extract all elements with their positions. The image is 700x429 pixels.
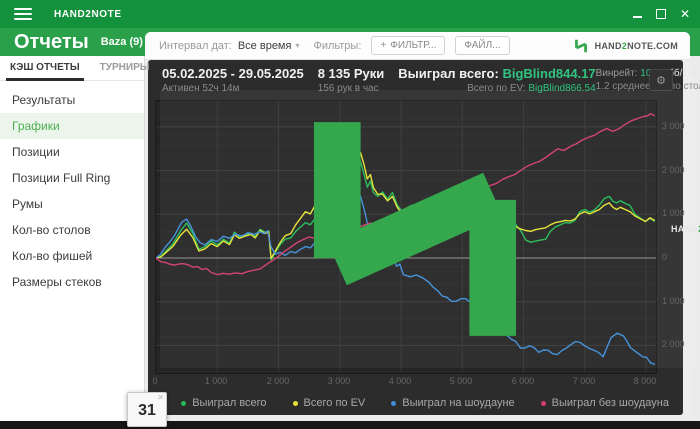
x-tick-label: 0 <box>152 376 158 386</box>
x-tick-label: 5 000 <box>449 376 473 386</box>
chart-legend: Выиграл всего Всего по EV Выиграл на шоуда… <box>181 397 669 409</box>
legend-item[interactable]: Всего по EV <box>292 397 366 409</box>
legend-dot-icon <box>540 400 546 406</box>
x-tick-label: 3 000 <box>327 376 351 386</box>
gear-icon[interactable]: ⚙ <box>649 69 673 91</box>
close-icon[interactable]: ✕ <box>680 8 690 20</box>
h2n-logo-icon <box>574 39 587 52</box>
file-button[interactable]: ФАЙЛ... <box>455 36 510 55</box>
hand2note-logo[interactable]: HAND2NOTE.COM <box>573 32 678 59</box>
sidebar-item[interactable]: Графики <box>0 113 144 139</box>
filters-label: Фильтры: <box>313 39 362 52</box>
interval-selector[interactable]: Все время ▾ <box>238 40 300 52</box>
legend-dot-icon <box>391 400 397 406</box>
interval-label: Интервал дат: <box>159 39 232 52</box>
close-icon[interactable]: ✕ <box>157 393 164 402</box>
database-name: Baza (9) <box>100 36 143 48</box>
legend-dot-icon <box>292 400 298 406</box>
date-range: 05.02.2025 - 29.05.2025 <box>162 66 304 81</box>
sidebar-item[interactable]: Размеры стеков <box>0 269 144 295</box>
watermark: HAND2NOTE.COM <box>160 90 700 368</box>
sidebar-item[interactable]: Кол-во столов <box>0 217 144 243</box>
maximize-icon[interactable] <box>655 9 666 19</box>
won-total-label: Выиграл всего: <box>398 66 499 81</box>
x-tick-label: 1 000 <box>204 376 228 386</box>
x-tick-label: 8 000 <box>633 376 657 386</box>
sidebar-item[interactable]: Позиции Full Ring <box>0 165 144 191</box>
sidebar-tabs: КЭШ ОТЧЕТЫ ТУРНИРЫ <box>0 56 150 81</box>
won-total-value: BigBlind844.17 <box>502 66 596 81</box>
interval-value: Все время <box>237 39 292 52</box>
x-tick-label: 4 000 <box>388 376 412 386</box>
sidebar-item[interactable]: Румы <box>0 191 144 217</box>
legend-item[interactable]: Выиграл всего <box>181 397 267 409</box>
legend-dot-icon <box>181 400 187 406</box>
app-window: HAND2NOTE ✕ Отчеты Baza (9) ▾ Интервал д… <box>0 0 700 429</box>
sidebar-item[interactable]: Результаты <box>0 87 144 113</box>
content-card: Интервал дат: Все время ▾ Фильтры: + ФИЛ… <box>145 32 700 421</box>
hands-count: 8 135 Руки <box>317 66 385 81</box>
toolbar: Интервал дат: Все время ▾ Фильтры: + ФИЛ… <box>145 32 690 60</box>
y-axis-labels: 3 000 2 000 1 000 0 1 000 2 000 <box>662 100 688 372</box>
sidebar-item[interactable]: Позиции <box>0 139 144 165</box>
chart-panel: 05.02.2025 - 29.05.2025 Активен 52ч 14м … <box>148 60 700 415</box>
x-tick-label: 7 000 <box>572 376 596 386</box>
y-tick-label: 1 000 <box>662 208 685 218</box>
legend-label: Выиграл без шоудауна <box>551 397 669 409</box>
y-tick-label: 3 000 <box>662 121 685 131</box>
minimize-icon[interactable] <box>632 16 642 18</box>
bottom-strip <box>0 421 700 429</box>
plus-icon: + <box>380 40 387 51</box>
winrate-label: Винрейт: <box>595 68 638 79</box>
x-axis-labels: 0 1 000 2 000 3 000 4 000 5 000 6 000 7 000 8 00… <box>152 376 657 388</box>
winrate-stat: Винрейт: 10.38 бб/100 1.2 среднее число … <box>596 68 700 92</box>
app-topbar: HAND2NOTE ✕ <box>0 0 700 28</box>
page-title: Отчеты <box>14 31 89 53</box>
menu-icon[interactable] <box>14 8 32 20</box>
legend-label: Всего по EV <box>303 397 366 409</box>
app-title: HAND2NOTE <box>54 8 122 20</box>
badge-number: 31 <box>138 402 156 419</box>
legend-label: Выиграл всего <box>192 397 267 409</box>
legend-item[interactable]: Выиграл на шоудауне <box>391 397 515 409</box>
window-controls: ✕ <box>632 0 690 28</box>
sidebar-tab[interactable]: КЭШ ОТЧЕТЫ <box>0 56 90 81</box>
y-tick-label: 2 000 <box>662 339 685 349</box>
chevron-down-icon: ▾ <box>295 41 300 50</box>
legend-label: Выиграл на шоудауне <box>402 397 515 409</box>
x-tick-label: 2 000 <box>266 376 290 386</box>
plot-area: HAND2NOTE.COM <box>155 90 700 374</box>
database-selector[interactable]: Baza (9) ▾ <box>101 36 150 48</box>
y-tick-label: 1 000 <box>662 296 685 306</box>
add-filter-button[interactable]: + ФИЛЬТР... <box>371 36 446 55</box>
legend-item[interactable]: Выиграл без шоудауна <box>540 397 669 409</box>
sidebar-tab[interactable]: ТУРНИРЫ <box>90 56 160 80</box>
y-tick-label: 0 <box>662 252 668 262</box>
sidebar-items: Результаты Графики Позиции Позиции Full Rin… <box>0 87 144 295</box>
h2n-logo-icon <box>313 122 517 336</box>
sidebar: КЭШ ОТЧЕТЫ ТУРНИРЫ Результаты Графики Позиц… <box>0 56 150 421</box>
sidebar-item[interactable]: Кол-во фишей <box>0 243 144 269</box>
y-tick-label: 2 000 <box>662 165 685 175</box>
x-tick-label: 6 000 <box>511 376 535 386</box>
calendar-day-badge[interactable]: ✕ 31 <box>127 392 167 427</box>
